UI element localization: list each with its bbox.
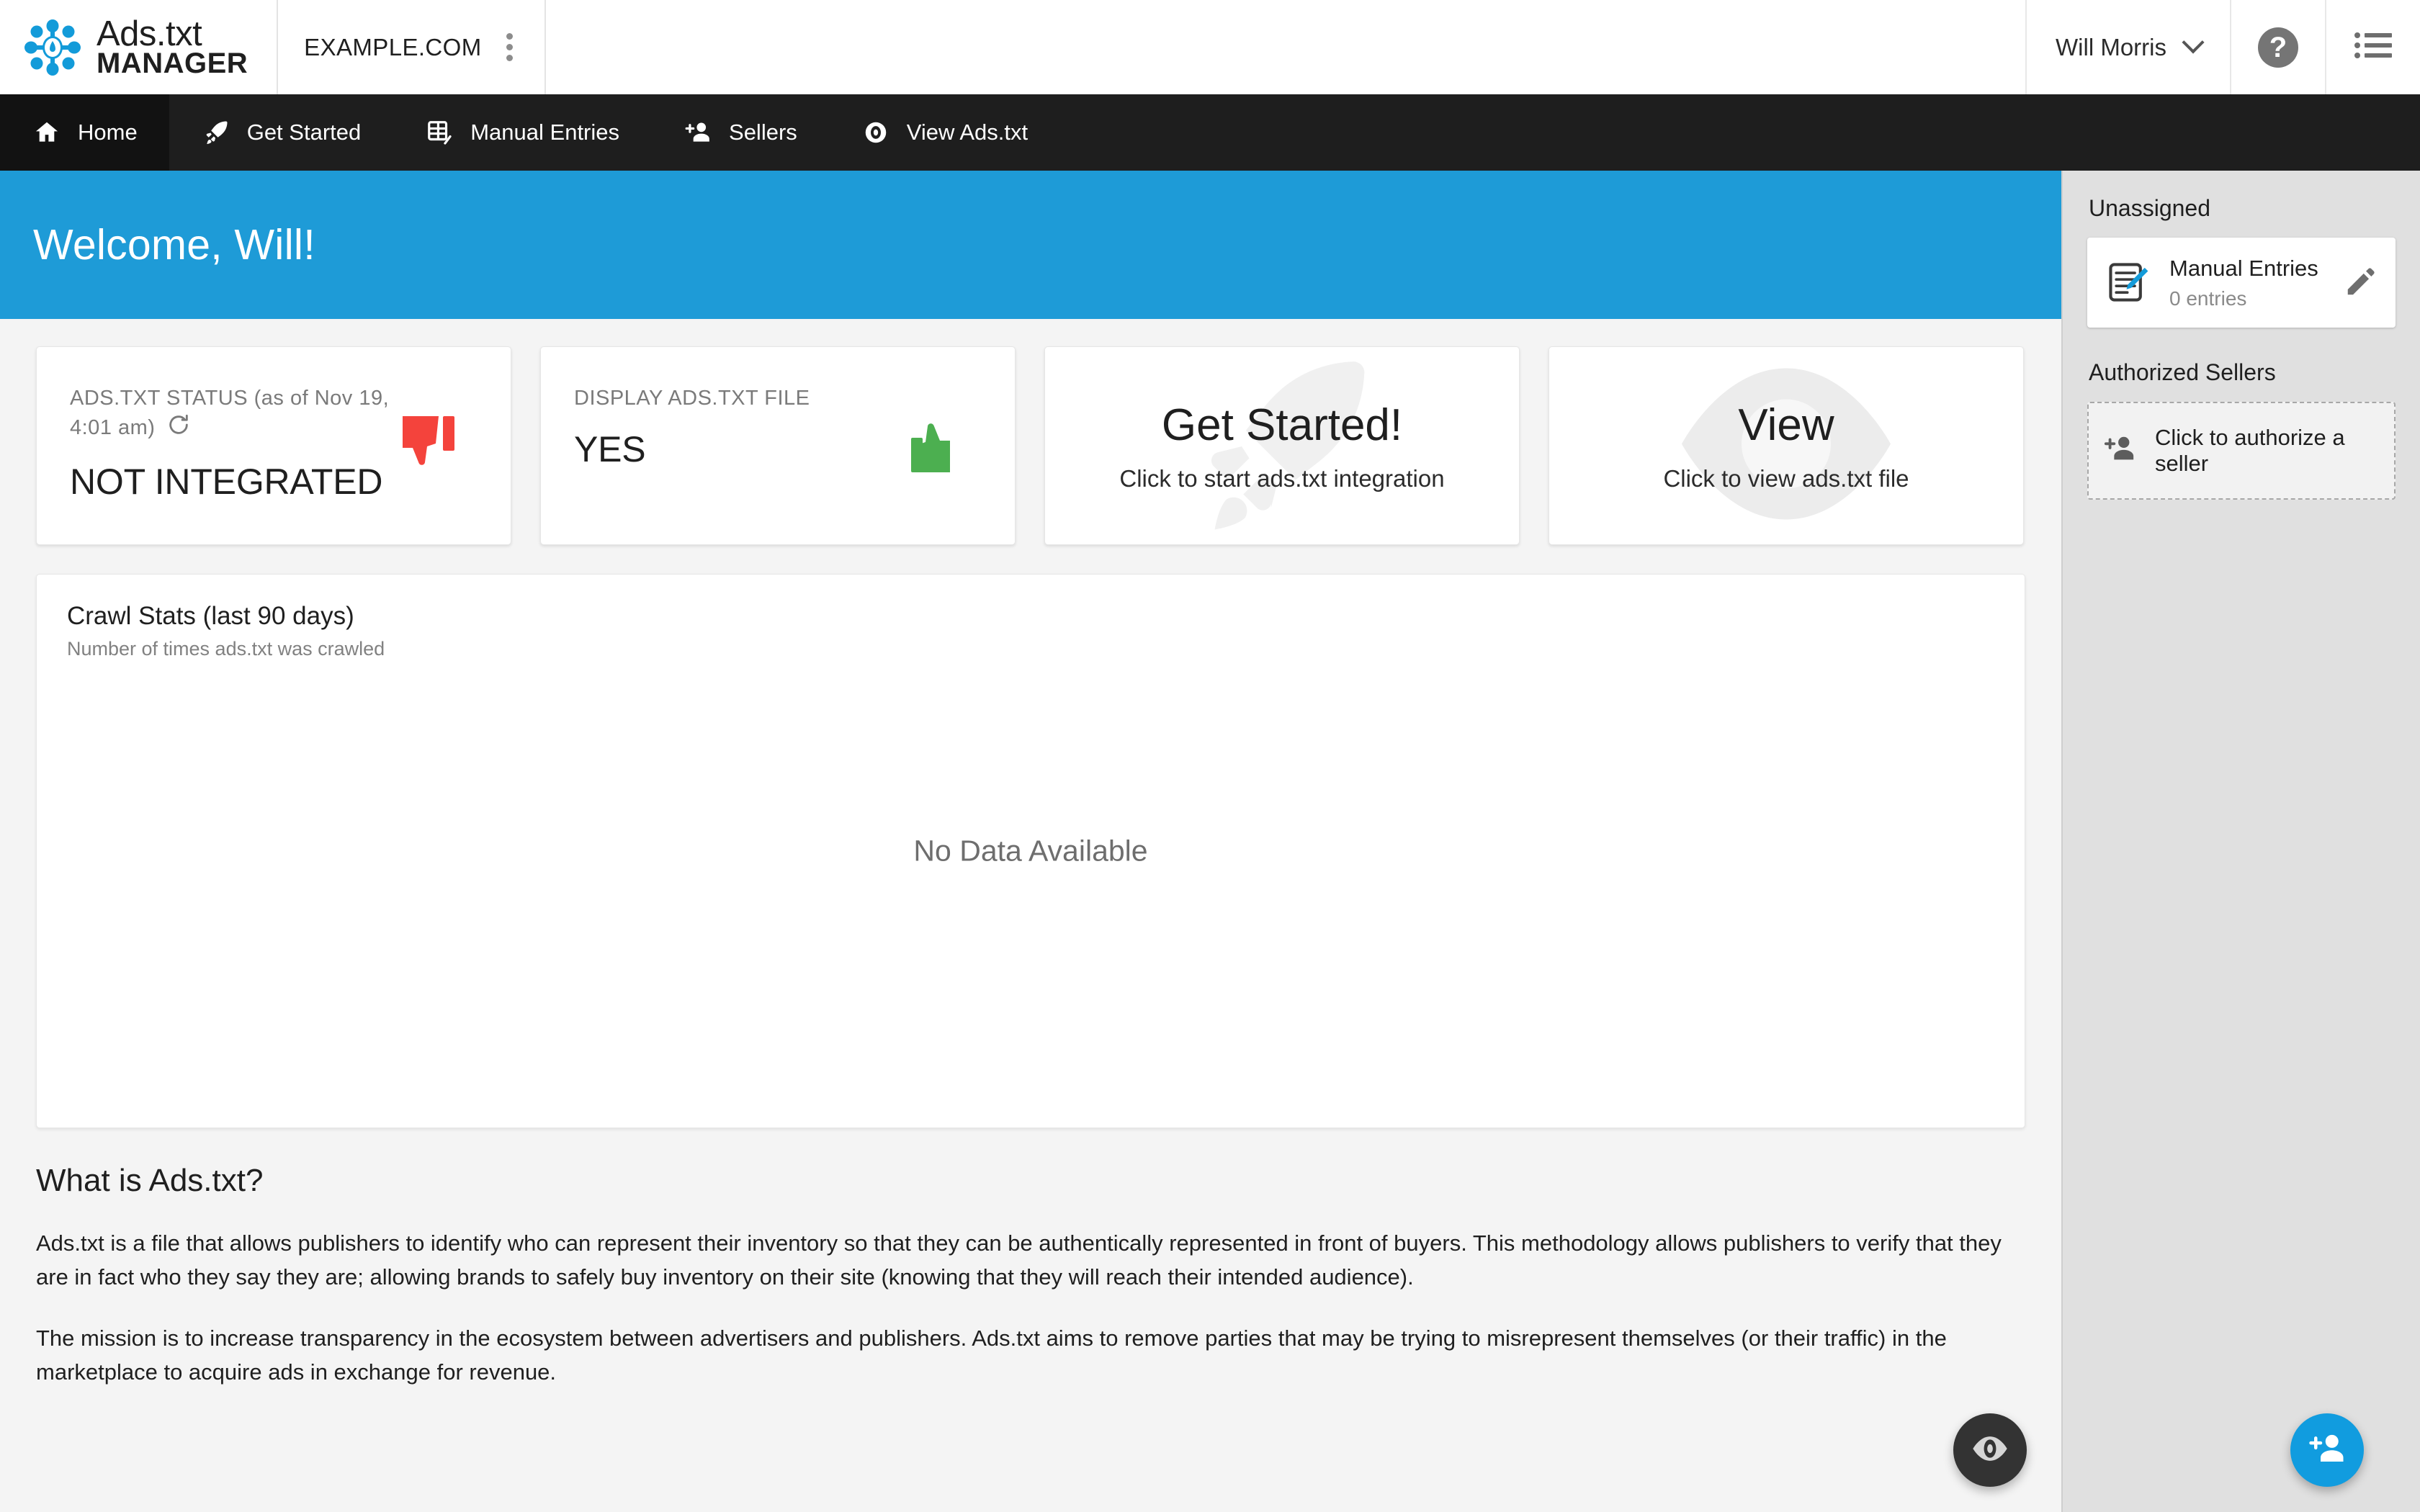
eye-icon bbox=[1971, 1434, 2009, 1467]
about-heading: What is Ads.txt? bbox=[36, 1163, 264, 1198]
nav-item-sellers[interactable]: Sellers bbox=[651, 94, 829, 171]
add-person-icon bbox=[2308, 1429, 2347, 1472]
brand-logo[interactable]: Ads.txt MANAGER bbox=[0, 0, 277, 94]
get-started-subtitle: Click to start ads.txt integration bbox=[1119, 464, 1445, 492]
user-menu[interactable]: Will Morris bbox=[2025, 0, 2230, 94]
manual-entries-count: 0 entries bbox=[2169, 287, 2247, 310]
display-adstxt-caption: DISPLAY ADS.TXT FILE bbox=[574, 387, 810, 410]
main-content: Welcome, Will! ADS.TXT STATUS (as of Nov… bbox=[0, 171, 2061, 1512]
body: Welcome, Will! ADS.TXT STATUS (as of Nov… bbox=[0, 171, 2420, 1512]
get-started-card[interactable]: Get Started! Click to start ads.txt inte… bbox=[1044, 346, 1520, 545]
view-adstxt-card[interactable]: View Click to view ads.txt file bbox=[1549, 346, 2024, 545]
add-seller-fab[interactable] bbox=[2290, 1413, 2364, 1487]
brand-line-2: MANAGER bbox=[97, 47, 248, 79]
main-navigation: Home Get Started Manual Entries Sellers … bbox=[0, 94, 2420, 171]
rocket-icon bbox=[201, 117, 231, 148]
thumb-down-icon bbox=[400, 413, 454, 479]
welcome-banner: Welcome, Will! bbox=[0, 171, 2061, 319]
adstxt-manager-logo-icon bbox=[24, 19, 81, 76]
help-circle-icon: ? bbox=[2258, 27, 2298, 68]
eye-icon bbox=[861, 117, 891, 148]
view-adstxt-title: View bbox=[1738, 400, 1834, 450]
list-menu-button[interactable] bbox=[2325, 0, 2420, 94]
about-paragraph-2: The mission is to increase transparency … bbox=[36, 1326, 1947, 1385]
view-adstxt-fab[interactable] bbox=[1953, 1413, 2027, 1487]
nav-label: View Ads.txt bbox=[906, 120, 1028, 145]
nav-label: Home bbox=[78, 120, 138, 145]
add-person-icon bbox=[2103, 432, 2136, 469]
adstxt-status-card: ADS.TXT STATUS (as of Nov 19, 4:01 am) N… bbox=[36, 346, 511, 545]
list-menu-icon bbox=[2354, 31, 2392, 63]
unassigned-heading: Unassigned bbox=[2089, 195, 2210, 221]
get-started-title: Get Started! bbox=[1161, 400, 1403, 450]
adstxt-status-caption: ADS.TXT STATUS (as of Nov 19, 4:01 am) bbox=[70, 384, 408, 445]
site-name: EXAMPLE.COM bbox=[304, 33, 482, 60]
crawl-stats-subtitle: Number of times ads.txt was crawled bbox=[67, 638, 385, 660]
brand-wordmark: Ads.txt MANAGER bbox=[97, 14, 248, 79]
nav-item-view-adstxt[interactable]: View Ads.txt bbox=[829, 94, 1059, 171]
thumb-up-icon bbox=[911, 413, 966, 479]
kebab-menu-icon[interactable] bbox=[501, 26, 519, 68]
crawl-stats-title: Crawl Stats (last 90 days) bbox=[67, 602, 354, 630]
authorize-seller-button[interactable]: Click to authorize a seller bbox=[2087, 401, 2396, 500]
nav-label: Get Started bbox=[246, 120, 362, 145]
nav-label: Manual Entries bbox=[470, 120, 620, 145]
manual-entries-card[interactable]: Manual Entries 0 entries bbox=[2087, 238, 2396, 328]
brand-line-1: Ads.txt bbox=[97, 14, 202, 53]
manual-entries-title: Manual Entries bbox=[2169, 256, 2318, 281]
user-name: Will Morris bbox=[2056, 33, 2166, 60]
view-adstxt-subtitle: Click to view ads.txt file bbox=[1663, 464, 1909, 492]
home-icon bbox=[32, 117, 62, 148]
note-edit-icon bbox=[2106, 260, 2151, 305]
chevron-down-icon bbox=[2182, 30, 2205, 53]
summary-cards: ADS.TXT STATUS (as of Nov 19, 4:01 am) N… bbox=[0, 319, 2061, 545]
crawl-stats-empty-message: No Data Available bbox=[913, 834, 1148, 868]
help-button[interactable]: ? bbox=[2230, 0, 2325, 94]
top-bar: Ads.txt MANAGER EXAMPLE.COM Will Morris … bbox=[0, 0, 2420, 94]
add-person-icon bbox=[683, 117, 713, 148]
about-section: What is Ads.txt? Ads.txt is a file that … bbox=[0, 1128, 2061, 1389]
about-paragraph-1: Ads.txt is a file that allows publishers… bbox=[36, 1230, 2002, 1290]
right-sidebar: Unassigned Manual Entries 0 entries Auth… bbox=[2061, 171, 2420, 1512]
app-root: Ads.txt MANAGER EXAMPLE.COM Will Morris … bbox=[0, 0, 2420, 1512]
manual-entries-meta: Manual Entries 0 entries bbox=[2169, 255, 2325, 310]
nav-label: Sellers bbox=[729, 120, 797, 145]
page-title: Welcome, Will! bbox=[33, 221, 315, 269]
site-selector[interactable]: EXAMPLE.COM bbox=[277, 0, 546, 94]
nav-item-home[interactable]: Home bbox=[0, 94, 169, 171]
display-adstxt-card: DISPLAY ADS.TXT FILE YES bbox=[540, 346, 1016, 545]
pencil-icon[interactable] bbox=[2344, 266, 2377, 299]
crawl-stats-card: Crawl Stats (last 90 days) Number of tim… bbox=[36, 574, 2025, 1128]
manual-entries-icon bbox=[424, 117, 454, 148]
nav-item-manual-entries[interactable]: Manual Entries bbox=[393, 94, 651, 171]
nav-item-get-started[interactable]: Get Started bbox=[169, 94, 393, 171]
refresh-icon[interactable] bbox=[166, 413, 191, 445]
authorize-seller-label: Click to authorize a seller bbox=[2155, 424, 2345, 476]
authorized-sellers-heading: Authorized Sellers bbox=[2089, 359, 2276, 385]
